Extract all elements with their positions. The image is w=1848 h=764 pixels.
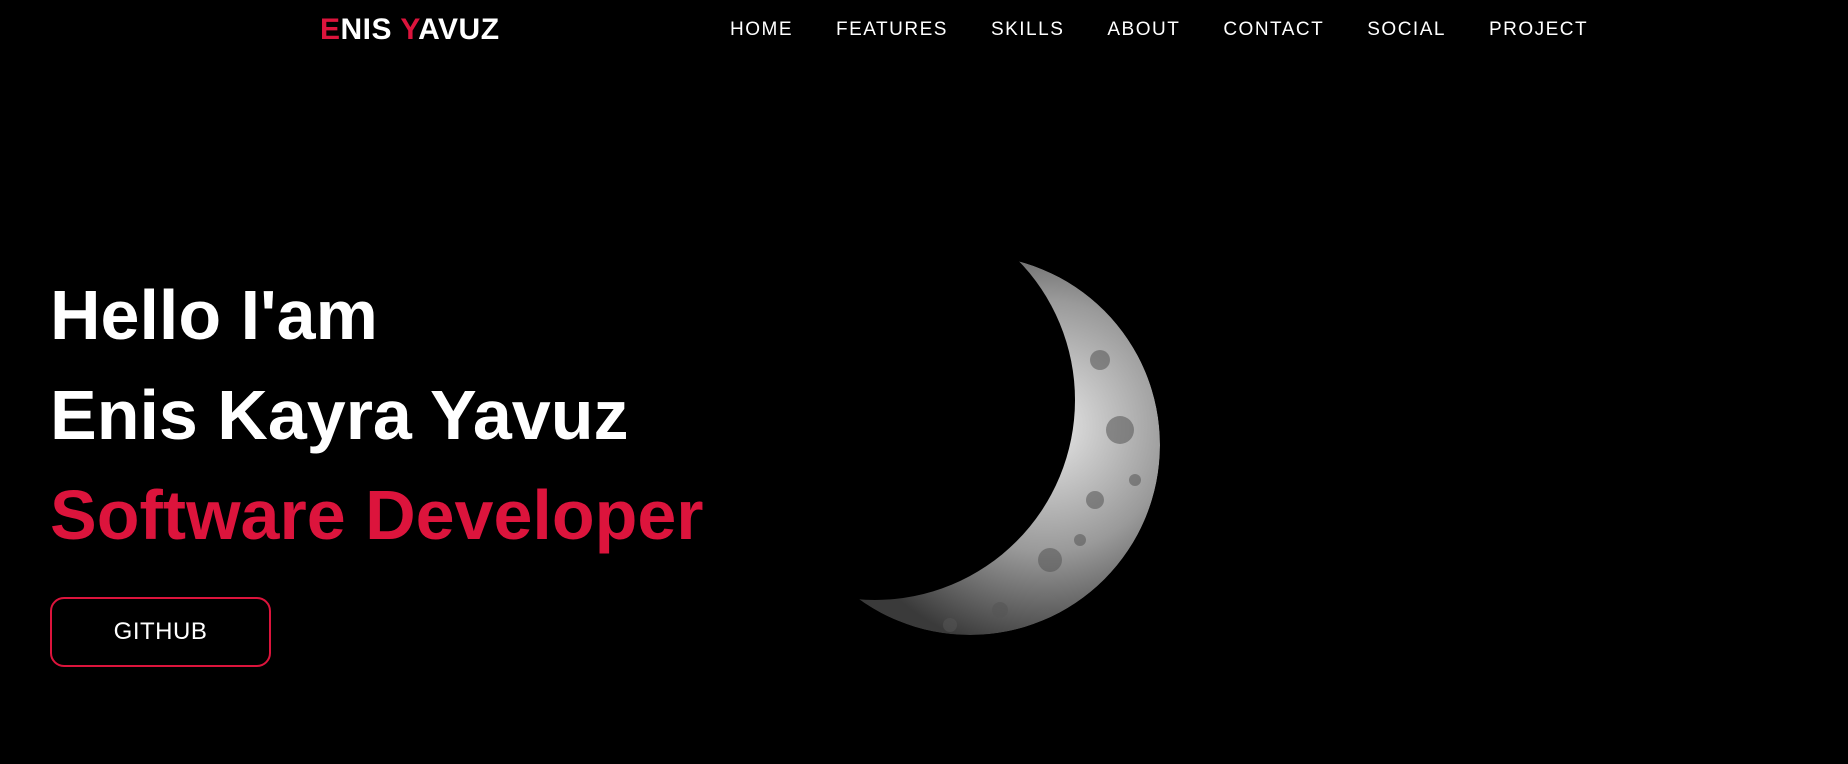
crescent-moon-image bbox=[800, 255, 1160, 635]
hero-name: Enis Kayra Yavuz bbox=[50, 376, 629, 454]
nav-project[interactable]: PROJECT bbox=[1489, 18, 1588, 42]
nav-contact[interactable]: CONTACT bbox=[1223, 18, 1324, 42]
nav-features[interactable]: FEATURES bbox=[836, 18, 948, 42]
logo-initial-first: E bbox=[320, 13, 341, 46]
hero-role: Software Developer bbox=[50, 476, 704, 554]
logo-initial-last: Y bbox=[400, 13, 419, 46]
hero-section: Hello I'am Enis Kayra Yavuz Software Dev… bbox=[50, 265, 704, 565]
main-nav: HOME FEATURES SKILLS ABOUT CONTACT SOCIA… bbox=[730, 18, 1631, 42]
hero-greeting: Hello I'am bbox=[50, 276, 378, 354]
github-button[interactable]: GITHUB bbox=[50, 597, 271, 667]
nav-social[interactable]: SOCIAL bbox=[1367, 18, 1446, 42]
brand-logo[interactable]: ENIS YAVUZ bbox=[320, 12, 500, 48]
nav-skills[interactable]: SKILLS bbox=[991, 18, 1064, 42]
nav-home[interactable]: HOME bbox=[730, 18, 793, 42]
logo-first-rest: NIS bbox=[340, 13, 401, 46]
logo-last-rest: AVUZ bbox=[418, 13, 500, 46]
nav-about[interactable]: ABOUT bbox=[1107, 18, 1180, 42]
